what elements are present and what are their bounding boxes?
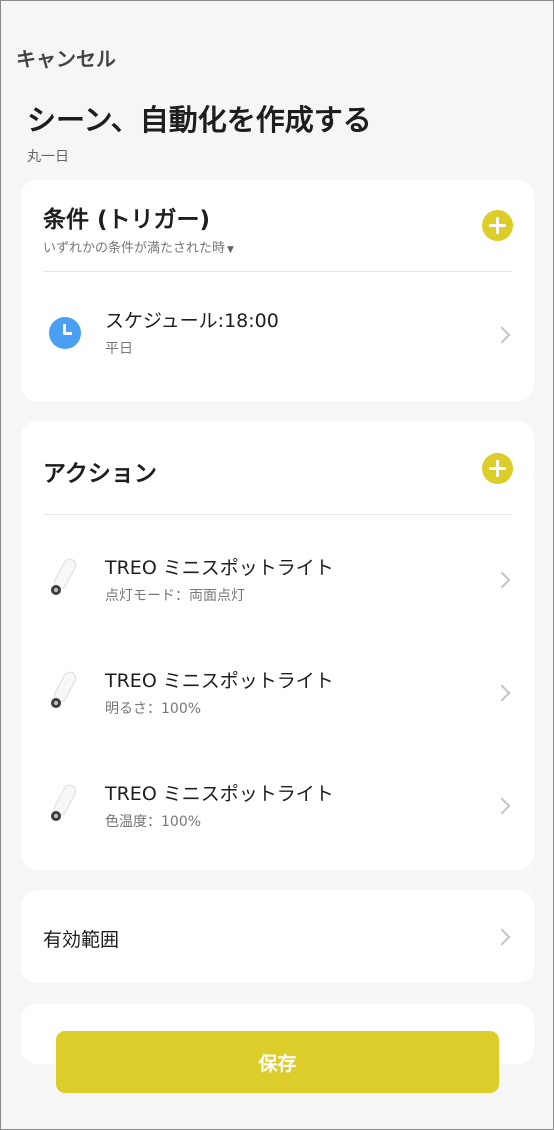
divider <box>43 271 512 272</box>
trigger-section-title: 条件 (トリガー) <box>43 207 211 233</box>
chevron-right-icon <box>493 571 511 589</box>
trigger-card: 条件 (トリガー) いずれかの条件が満たされた時 ▼ スケジュール:18:00 平… <box>21 180 534 401</box>
trigger-row-schedule[interactable]: スケジュール:18:00 平日 <box>21 297 534 377</box>
trigger-mode-label: いずれかの条件が満たされた時 <box>43 241 226 256</box>
divider <box>43 514 512 515</box>
action-row-title: TREO ミニスポットライト <box>105 670 334 692</box>
action-row[interactable]: TREO ミニスポットライト 明るさ：100% <box>21 657 534 737</box>
page-subtitle[interactable]: 丸一日 <box>27 146 69 166</box>
chevron-down-icon: ▼ <box>227 245 234 255</box>
chevron-right-icon <box>493 797 511 815</box>
scope-row[interactable]: 有効範囲 <box>21 890 534 983</box>
action-row-title: TREO ミニスポットライト <box>105 783 334 805</box>
trigger-row-detail: 平日 <box>105 341 133 357</box>
chevron-right-icon <box>493 684 511 702</box>
chevron-right-icon <box>493 326 511 344</box>
action-section-title: アクション <box>43 461 157 487</box>
page-title: シーン、自動化を作成する <box>27 103 372 137</box>
clock-icon <box>49 317 81 349</box>
add-action-button[interactable] <box>482 453 513 484</box>
trigger-row-title: スケジュール:18:00 <box>105 310 279 332</box>
cancel-button[interactable]: キャンセル <box>16 43 116 72</box>
chevron-right-icon <box>493 928 511 946</box>
spotlight-device-icon <box>51 784 77 821</box>
spotlight-device-icon <box>51 558 77 595</box>
action-row-detail: 明るさ：100% <box>105 701 202 717</box>
action-row[interactable]: TREO ミニスポットライト 色温度：100% <box>21 770 534 850</box>
trigger-mode-selector[interactable]: いずれかの条件が満たされた時 ▼ <box>43 237 234 256</box>
add-trigger-button[interactable] <box>482 210 513 241</box>
action-row-detail: 点灯モード：両面点灯 <box>105 588 245 604</box>
save-button[interactable]: 保存 <box>56 1031 499 1093</box>
action-row[interactable]: TREO ミニスポットライト 点灯モード：両面点灯 <box>21 544 534 624</box>
scope-label: 有効範囲 <box>43 929 120 951</box>
spotlight-device-icon <box>51 671 77 708</box>
screen: キャンセル シーン、自動化を作成する 丸一日 条件 (トリガー) いずれかの条件… <box>0 0 554 1130</box>
action-card: アクション TREO ミニスポットライト 点灯モード：両面点灯 TREO ミニス… <box>21 421 534 870</box>
action-row-detail: 色温度：100% <box>105 814 202 830</box>
action-row-title: TREO ミニスポットライト <box>105 557 334 579</box>
